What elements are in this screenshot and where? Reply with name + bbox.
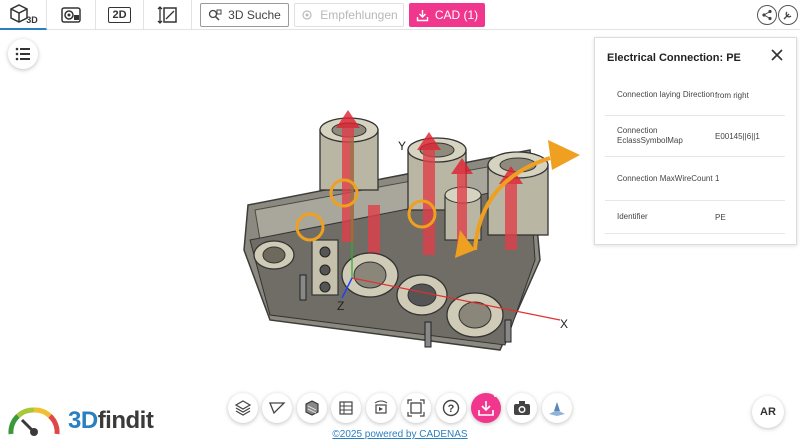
help-button[interactable]: ? <box>436 393 466 423</box>
help-icon: ? <box>442 399 460 417</box>
properties-panel: Electrical Connection: PE Connection lay… <box>594 37 797 245</box>
3d-search-button[interactable]: 3D Suche <box>200 3 289 27</box>
3d-viewport[interactable]: Y X Z <box>230 110 600 360</box>
tab-2d-label: 2D <box>112 9 127 21</box>
light-button[interactable] <box>542 393 572 423</box>
3d-search-label: 3D Suche <box>228 8 281 22</box>
hatch-button[interactable] <box>228 393 258 423</box>
svg-text:?: ? <box>448 403 455 415</box>
tab-3d-label: 3D <box>26 15 38 25</box>
tab-3d[interactable]: 3D <box>0 0 47 30</box>
recommendations-icon <box>302 10 312 20</box>
measure-button[interactable] <box>262 393 292 423</box>
animation-icon <box>374 400 388 414</box>
recommendations-label: Empfehlungen <box>320 8 398 22</box>
cad-download-label: CAD (1) <box>434 8 479 22</box>
3d-search-icon <box>208 9 222 21</box>
axis-y-label: Y <box>398 139 406 153</box>
camera-icon <box>514 401 530 415</box>
property-row: Identifier PE <box>605 201 785 234</box>
light-icon <box>549 402 565 416</box>
share-button[interactable] <box>757 5 777 25</box>
download-toolbar-button[interactable]: (1) <box>471 387 505 423</box>
bottom-toolbar: ? (1) <box>225 387 575 427</box>
ar-label: AR <box>760 406 776 418</box>
connector-model[interactable]: Y X Z <box>230 110 600 360</box>
footer-link[interactable]: ©2025 powered by CADENAS <box>0 429 800 440</box>
2d-icon: 2D <box>108 7 131 23</box>
screenshot-button[interactable] <box>507 393 537 423</box>
panel-title: Electrical Connection: PE <box>607 52 741 64</box>
property-key: Connection MaxWireCount <box>617 173 713 183</box>
dimension-icon <box>157 6 177 24</box>
gallery-icon <box>61 7 81 23</box>
measure-icon <box>269 402 286 415</box>
cad-download-button[interactable]: CAD (1) <box>409 3 485 27</box>
hatch-icon <box>234 400 252 416</box>
property-value: 1 <box>715 174 720 183</box>
tools-icon <box>783 11 792 20</box>
share-icon <box>762 9 772 21</box>
settings-button[interactable] <box>778 5 798 25</box>
property-key: Connection laying Direction <box>617 90 715 99</box>
bom-icon <box>339 401 353 415</box>
property-key: Connection EclassSymbolMap <box>617 126 683 145</box>
ar-button[interactable]: AR <box>752 396 784 428</box>
property-row: Connection EclassSymbolMap E00145||6||1 <box>605 116 785 157</box>
close-icon[interactable] <box>770 48 784 62</box>
property-row: Connection laying Direction from right <box>605 75 785 116</box>
fit-view-button[interactable] <box>401 393 431 423</box>
download-badge: (1) <box>492 387 505 398</box>
recommendations-button[interactable]: Empfehlungen <box>294 3 404 27</box>
download-icon <box>478 401 494 416</box>
axis-x-label: X <box>560 317 568 331</box>
list-menu-icon <box>15 47 30 61</box>
property-value: E00145||6||1 <box>715 131 760 141</box>
animation-button[interactable] <box>366 393 396 423</box>
fit-view-icon <box>407 399 425 417</box>
menu-button[interactable] <box>8 39 38 69</box>
property-key: Identifier <box>617 212 648 221</box>
property-value: from right <box>715 90 749 100</box>
property-row: Connection MaxWireCount 1 <box>605 157 785 201</box>
tab-2d[interactable]: 2D <box>96 0 144 30</box>
bom-button[interactable] <box>331 393 361 423</box>
tab-dimension[interactable] <box>144 0 192 30</box>
axis-z-label: Z <box>337 299 344 313</box>
download-icon <box>416 9 429 21</box>
tab-gallery[interactable] <box>47 0 96 30</box>
section-icon <box>305 400 319 416</box>
top-bar: 3D 2D 3D Suche Empfehlungen CAD (1) <box>0 0 800 30</box>
property-value: PE <box>715 212 726 222</box>
section-button[interactable] <box>297 393 327 423</box>
